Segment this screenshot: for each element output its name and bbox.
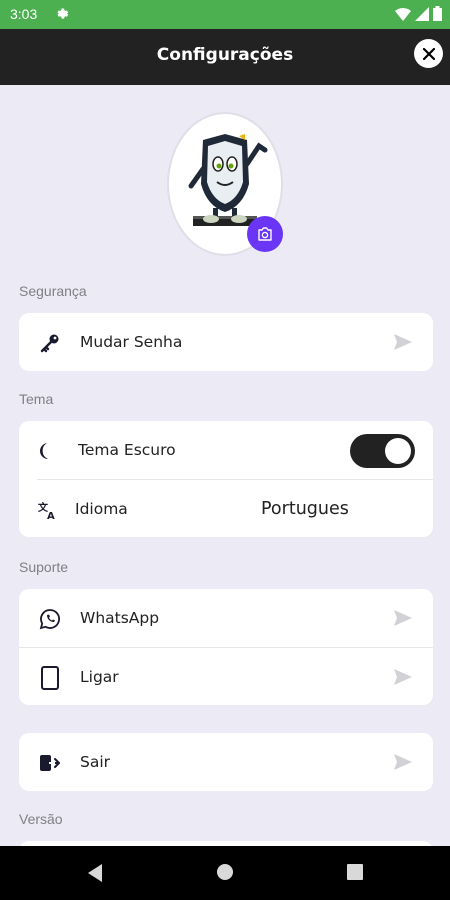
- send-arrow-icon: [394, 754, 412, 770]
- call-row[interactable]: Ligar: [19, 647, 433, 705]
- page-title: Configurações: [156, 45, 294, 65]
- call-label: Ligar: [80, 667, 119, 686]
- wifi-icon: [395, 7, 411, 21]
- security-card: Mudar Senha: [19, 313, 433, 371]
- battery-icon: [433, 6, 442, 21]
- key-icon: [39, 332, 61, 354]
- change-password-label: Mudar Senha: [80, 333, 183, 351]
- logout-label: Sair: [80, 753, 111, 771]
- send-arrow-icon: [394, 610, 412, 626]
- language-row[interactable]: 文A Idioma Portugues: [37, 479, 433, 537]
- whatsapp-label: WhatsApp: [80, 609, 160, 627]
- status-time: 3:03: [10, 6, 38, 22]
- theme-card: Tema Escuro 文A Idioma Portugues: [19, 421, 433, 537]
- phone-icon: [39, 666, 61, 690]
- change-password-row[interactable]: Mudar Senha: [19, 313, 433, 371]
- logout-icon: [39, 752, 61, 774]
- moon-icon: [37, 440, 59, 462]
- close-button[interactable]: [414, 39, 443, 68]
- dark-theme-toggle[interactable]: [350, 434, 415, 468]
- signal-icon: [415, 6, 429, 21]
- language-value[interactable]: Portugues: [261, 499, 349, 519]
- logout-card: Sair: [19, 733, 433, 791]
- change-photo-button[interactable]: [247, 216, 283, 252]
- recents-icon[interactable]: [346, 863, 364, 881]
- home-icon[interactable]: [216, 863, 234, 881]
- dark-theme-label: Tema Escuro: [78, 441, 176, 459]
- section-label-version: Versão: [19, 811, 63, 827]
- language-label: Idioma: [75, 499, 128, 518]
- svg-text:A: A: [47, 511, 55, 520]
- section-label-theme: Tema: [19, 391, 54, 407]
- dark-theme-row: Tema Escuro: [19, 421, 433, 479]
- app-bar: Configurações: [0, 29, 450, 85]
- logout-row[interactable]: Sair: [19, 733, 433, 791]
- section-label-security: Segurança: [19, 283, 87, 299]
- camera-icon: [258, 227, 272, 241]
- status-icons: [395, 6, 442, 21]
- section-label-support: Suporte: [19, 559, 69, 575]
- system-nav-bar: [0, 846, 450, 900]
- whatsapp-icon: [39, 608, 61, 630]
- whatsapp-row[interactable]: WhatsApp: [19, 589, 433, 647]
- close-icon: [422, 47, 435, 60]
- toggle-knob: [385, 438, 411, 464]
- profile-avatar-area: [169, 114, 283, 254]
- send-arrow-icon: [394, 334, 412, 350]
- back-icon[interactable]: [86, 863, 104, 883]
- settings-gear-icon: [57, 8, 69, 19]
- support-card: WhatsApp Ligar: [19, 589, 433, 705]
- send-arrow-icon: [394, 669, 412, 685]
- status-bar: 3:03: [0, 0, 450, 29]
- translate-icon: 文A: [37, 499, 59, 521]
